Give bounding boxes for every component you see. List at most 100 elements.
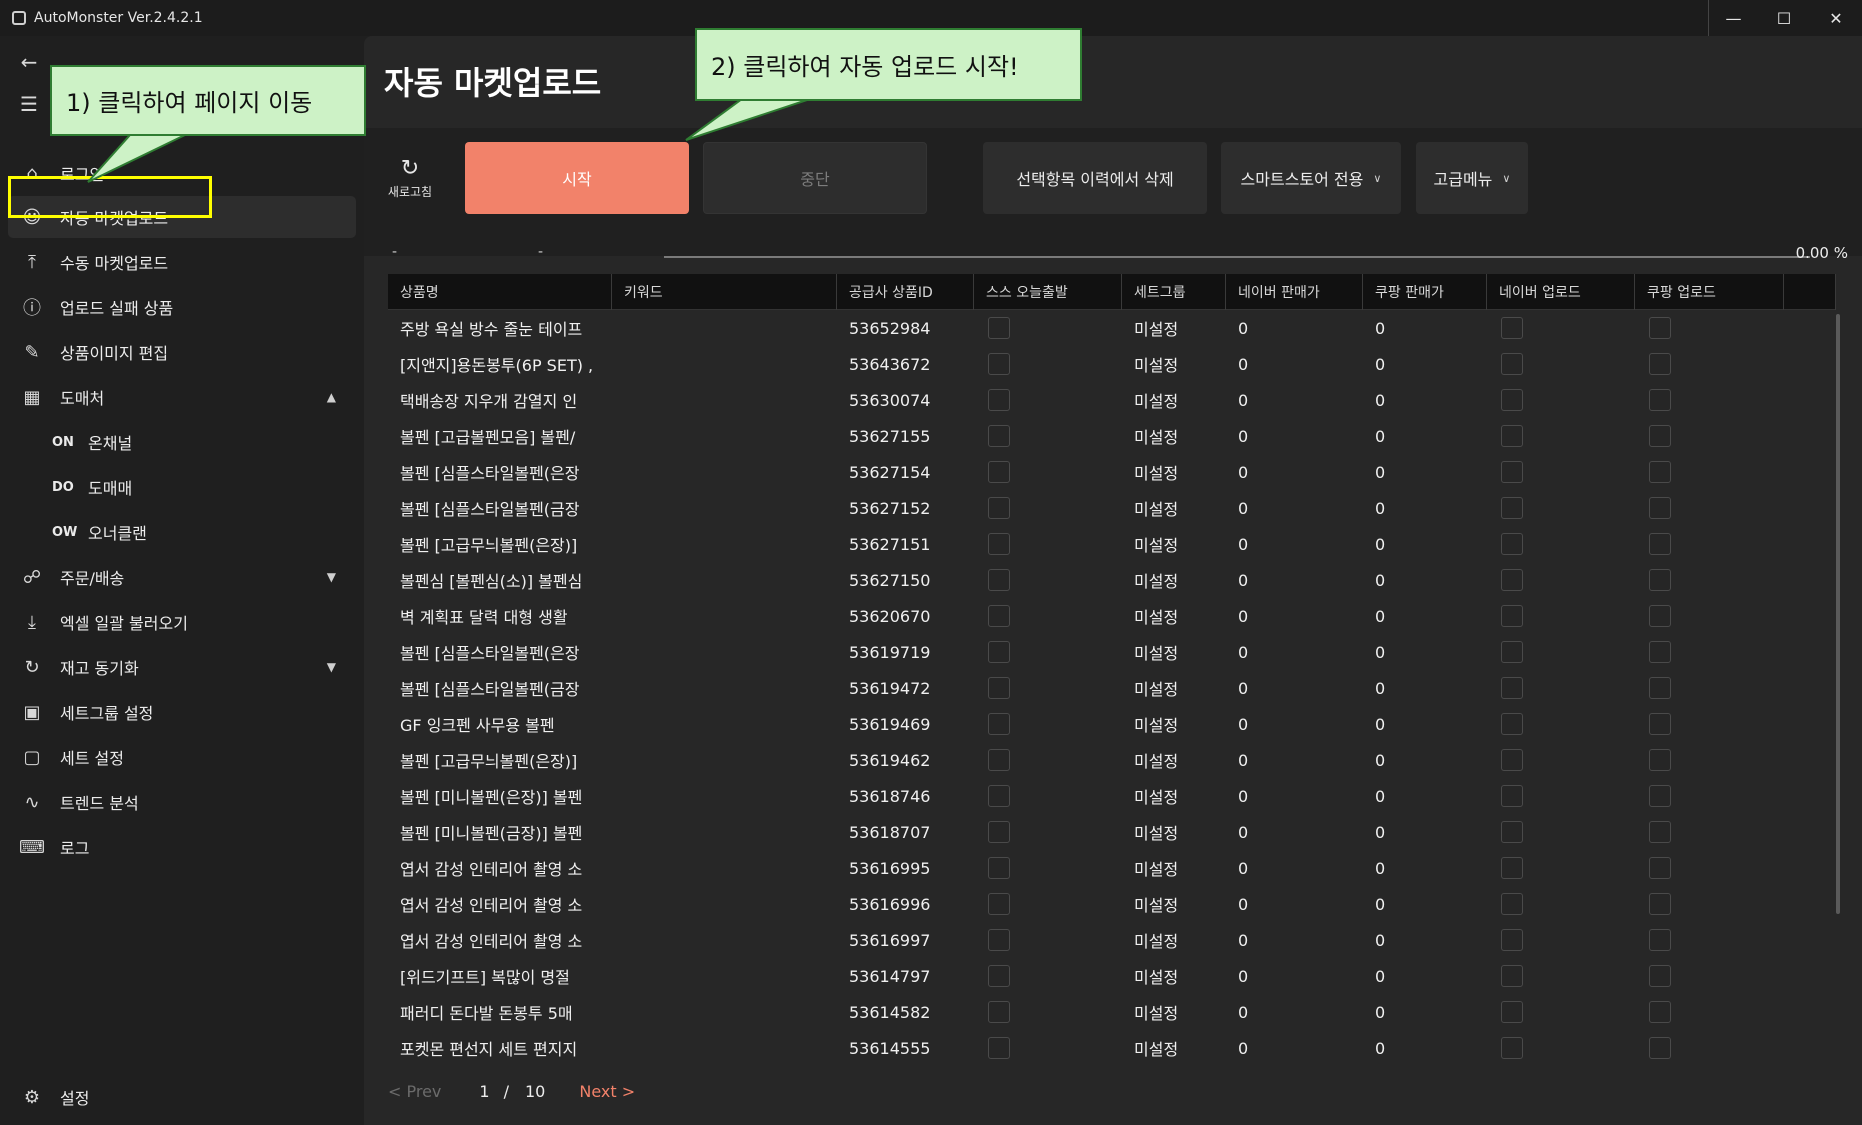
sidebar-item-set-group[interactable]: ▣ 세트그룹 설정 bbox=[8, 691, 356, 733]
sidebar-item-stock-sync[interactable]: ↻ 재고 동기화 ▼ bbox=[8, 646, 356, 688]
naver-upload-checkbox[interactable] bbox=[1501, 641, 1523, 663]
naver-upload-checkbox[interactable] bbox=[1501, 605, 1523, 627]
stop-button[interactable]: 중단 bbox=[703, 142, 927, 214]
next-page-button[interactable]: Next > bbox=[579, 1082, 635, 1101]
naver-upload-checkbox[interactable] bbox=[1501, 749, 1523, 771]
column-header[interactable]: 공급사 상품ID bbox=[837, 273, 974, 310]
column-header[interactable]: 스스 오늘출발 bbox=[974, 273, 1122, 310]
today-ship-checkbox[interactable] bbox=[988, 965, 1010, 987]
table-row[interactable]: 엽서 감성 인테리어 촬영 소 53616997 미설정 0 0 bbox=[388, 922, 1836, 958]
today-ship-checkbox[interactable] bbox=[988, 857, 1010, 879]
column-header[interactable]: 쿠팡 판매가 bbox=[1363, 273, 1487, 310]
sidebar-item-excel-import[interactable]: ⤓ 엑셀 일괄 불러오기 bbox=[8, 601, 356, 643]
table-row[interactable]: 볼펜 [심플스타일볼펜(은장 53619719 미설정 0 0 bbox=[388, 634, 1836, 670]
naver-upload-checkbox[interactable] bbox=[1501, 569, 1523, 591]
table-row[interactable]: 볼펜 [심플스타일볼펜(금장 53619472 미설정 0 0 bbox=[388, 670, 1836, 706]
table-row[interactable]: 볼펜 [미니볼펜(은장)] 볼펜 53618746 미설정 0 0 bbox=[388, 778, 1836, 814]
start-button[interactable]: 시작 bbox=[465, 142, 689, 214]
table-row[interactable]: 볼펜 [고급무늬볼펜(은장)] 53619462 미설정 0 0 bbox=[388, 742, 1836, 778]
sidebar-subitem-domeme[interactable]: DO 도매매 bbox=[52, 466, 132, 508]
coupang-upload-checkbox[interactable] bbox=[1649, 965, 1671, 987]
naver-upload-checkbox[interactable] bbox=[1501, 785, 1523, 807]
column-header[interactable]: 키워드 bbox=[612, 273, 837, 310]
sidebar-item-wholesaler[interactable]: ▦ 도매처 ▲ bbox=[8, 376, 356, 418]
coupang-upload-checkbox[interactable] bbox=[1649, 677, 1671, 699]
naver-upload-checkbox[interactable] bbox=[1501, 677, 1523, 699]
naver-upload-checkbox[interactable] bbox=[1501, 965, 1523, 987]
today-ship-checkbox[interactable] bbox=[988, 677, 1010, 699]
table-row[interactable]: 엽서 감성 인테리어 촬영 소 53616995 미설정 0 0 bbox=[388, 850, 1836, 886]
today-ship-checkbox[interactable] bbox=[988, 461, 1010, 483]
table-row[interactable]: 포켓몬 편선지 세트 편지지 53614555 미설정 0 0 bbox=[388, 1030, 1836, 1066]
today-ship-checkbox[interactable] bbox=[988, 713, 1010, 735]
today-ship-checkbox[interactable] bbox=[988, 641, 1010, 663]
naver-upload-checkbox[interactable] bbox=[1501, 1037, 1523, 1059]
column-header[interactable]: 상품명 bbox=[388, 273, 612, 310]
refresh-button[interactable]: ↻ 새로고침 bbox=[384, 156, 436, 200]
sidebar-item-upload-failed[interactable]: ⓘ 업로드 실패 상품 bbox=[8, 286, 356, 328]
naver-upload-checkbox[interactable] bbox=[1501, 713, 1523, 735]
table-row[interactable]: 주방 욕실 방수 줄눈 테이프 53652984 미설정 0 0 bbox=[388, 310, 1836, 346]
naver-upload-checkbox[interactable] bbox=[1501, 353, 1523, 375]
today-ship-checkbox[interactable] bbox=[988, 497, 1010, 519]
table-row[interactable]: [위드기프트] 복많이 명절 53614797 미설정 0 0 bbox=[388, 958, 1836, 994]
table-row[interactable]: 볼펜 [미니볼펜(금장)] 볼펜 53618707 미설정 0 0 bbox=[388, 814, 1836, 850]
coupang-upload-checkbox[interactable] bbox=[1649, 425, 1671, 447]
coupang-upload-checkbox[interactable] bbox=[1649, 785, 1671, 807]
today-ship-checkbox[interactable] bbox=[988, 821, 1010, 843]
coupang-upload-checkbox[interactable] bbox=[1649, 317, 1671, 339]
table-row[interactable]: GF 잉크펜 사무용 볼펜 53619469 미설정 0 0 bbox=[388, 706, 1836, 742]
sidebar-item-log[interactable]: ⌨ 로그 bbox=[8, 826, 356, 868]
naver-upload-checkbox[interactable] bbox=[1501, 821, 1523, 843]
smartstore-dropdown[interactable]: 스마트스토어 전용 ∨ bbox=[1221, 142, 1401, 214]
sidebar-item-trend[interactable]: ∿ 트렌드 분석 bbox=[8, 781, 356, 823]
table-row[interactable]: 볼펜 [심플스타일볼펜(금장 53627152 미설정 0 0 bbox=[388, 490, 1836, 526]
scrollbar[interactable] bbox=[1836, 314, 1840, 914]
coupang-upload-checkbox[interactable] bbox=[1649, 893, 1671, 915]
close-icon[interactable]: ✕ bbox=[1810, 0, 1862, 36]
today-ship-checkbox[interactable] bbox=[988, 605, 1010, 627]
back-arrow-icon[interactable]: ← bbox=[18, 50, 40, 74]
today-ship-checkbox[interactable] bbox=[988, 425, 1010, 447]
naver-upload-checkbox[interactable] bbox=[1501, 461, 1523, 483]
sidebar-subitem-onchannel[interactable]: ON 온채널 bbox=[52, 421, 132, 463]
coupang-upload-checkbox[interactable] bbox=[1649, 569, 1671, 591]
today-ship-checkbox[interactable] bbox=[988, 353, 1010, 375]
coupang-upload-checkbox[interactable] bbox=[1649, 641, 1671, 663]
sidebar-subitem-ownerclan[interactable]: OW 오너클랜 bbox=[52, 511, 147, 553]
coupang-upload-checkbox[interactable] bbox=[1649, 1037, 1671, 1059]
coupang-upload-checkbox[interactable] bbox=[1649, 389, 1671, 411]
today-ship-checkbox[interactable] bbox=[988, 1001, 1010, 1023]
table-row[interactable]: [지앤지]용돈봉투(6P SET) , 53643672 미설정 0 0 bbox=[388, 346, 1836, 382]
coupang-upload-checkbox[interactable] bbox=[1649, 533, 1671, 555]
table-row[interactable]: 볼펜 [고급볼펜모음] 볼펜/53627155 미설정 0 0 bbox=[388, 418, 1836, 454]
table-row[interactable]: 엽서 감성 인테리어 촬영 소 53616996 미설정 0 0 bbox=[388, 886, 1836, 922]
maximize-icon[interactable]: ☐ bbox=[1758, 0, 1810, 36]
naver-upload-checkbox[interactable] bbox=[1501, 389, 1523, 411]
column-header[interactable]: 세트그룹 bbox=[1122, 273, 1226, 310]
coupang-upload-checkbox[interactable] bbox=[1649, 1001, 1671, 1023]
hamburger-menu-icon[interactable]: ☰ bbox=[18, 92, 40, 116]
coupang-upload-checkbox[interactable] bbox=[1649, 749, 1671, 771]
sidebar-item-image-edit[interactable]: ✎ 상품이미지 편집 bbox=[8, 331, 356, 373]
sidebar-item-login[interactable]: ⌂ 로그인 bbox=[8, 152, 356, 194]
prev-page-button[interactable]: < Prev bbox=[388, 1082, 441, 1101]
table-row[interactable]: 볼펜 [심플스타일볼펜(은장 53627154 미설정 0 0 bbox=[388, 454, 1836, 490]
table-row[interactable]: 볼펜심 [볼펜심(소)] 볼펜심 53627150 미설정 0 0 bbox=[388, 562, 1836, 598]
today-ship-checkbox[interactable] bbox=[988, 749, 1010, 771]
column-header[interactable]: 네이버 업로드 bbox=[1487, 273, 1635, 310]
column-header[interactable]: 쿠팡 업로드 bbox=[1635, 273, 1784, 310]
today-ship-checkbox[interactable] bbox=[988, 317, 1010, 339]
coupang-upload-checkbox[interactable] bbox=[1649, 713, 1671, 735]
today-ship-checkbox[interactable] bbox=[988, 533, 1010, 555]
table-row[interactable]: 택배송장 지우개 감열지 인 53630074 미설정 0 0 bbox=[388, 382, 1836, 418]
table-row[interactable]: 볼펜 [고급무늬볼펜(은장)] 53627151 미설정 0 0 bbox=[388, 526, 1836, 562]
naver-upload-checkbox[interactable] bbox=[1501, 425, 1523, 447]
delete-history-button[interactable]: 선택항목 이력에서 삭제 bbox=[983, 142, 1207, 214]
today-ship-checkbox[interactable] bbox=[988, 569, 1010, 591]
coupang-upload-checkbox[interactable] bbox=[1649, 857, 1671, 879]
naver-upload-checkbox[interactable] bbox=[1501, 893, 1523, 915]
coupang-upload-checkbox[interactable] bbox=[1649, 605, 1671, 627]
table-row[interactable]: 패러디 돈다발 돈봉투 5매 53614582 미설정 0 0 bbox=[388, 994, 1836, 1030]
today-ship-checkbox[interactable] bbox=[988, 785, 1010, 807]
